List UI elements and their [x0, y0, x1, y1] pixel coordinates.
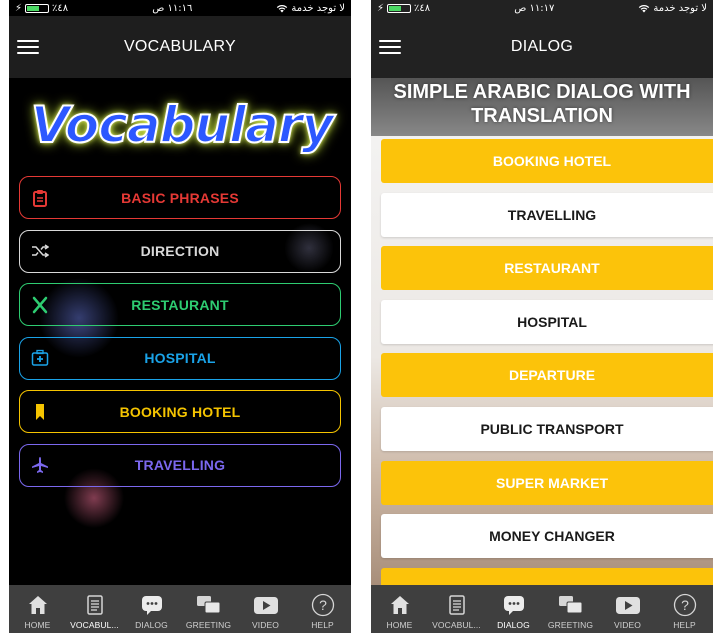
battery-icon: [387, 3, 412, 13]
vocabulary-category-button[interactable]: TRAVELLING: [19, 443, 341, 487]
page-title: DIALOG: [510, 38, 574, 55]
top-navbar: VOCABULARY: [9, 16, 351, 78]
charging-icon: ⚡: [377, 2, 385, 14]
dialog-topic-button[interactable]: MONEY CHANGER: [381, 514, 713, 559]
tab-greeting[interactable]: GREETING: [180, 585, 237, 633]
battery-indicator: ⚡ ٪٤٨: [377, 3, 430, 14]
battery-percent: ٪٤٨: [52, 2, 69, 14]
medical-kit-icon: [30, 348, 50, 368]
vocabulary-category-label: RESTAURANT: [131, 296, 229, 313]
vocabulary-category-label: TRAVELLING: [134, 457, 226, 473]
chat-icon: [501, 592, 527, 618]
help-icon: ?: [672, 592, 698, 618]
shuffle-icon: [30, 241, 50, 261]
battery-indicator: ⚡ ٪٤٨: [15, 3, 68, 14]
status-bar: ⚡ ٪٤٨ ١١:١٦ ص لا توجد خدمة: [9, 0, 351, 16]
vocabulary-screen: ⚡ ٪٤٨ ١١:١٦ ص لا توجد خدمة VOCABULARY Vo…: [9, 0, 351, 633]
carrier-label: لا توجد خدمة: [291, 2, 345, 14]
dialog-topic-button[interactable]: PUBLIC TRANSPORT: [381, 406, 713, 451]
dialog-heading: SIMPLE ARABIC DIALOG WITH TRANSLATION: [393, 81, 691, 127]
menu-icon[interactable]: [379, 40, 401, 54]
tab-label: HELP: [311, 620, 334, 630]
dialog-topic-button[interactable]: HOSPITAL: [381, 299, 713, 344]
tab-label: GREETING: [547, 620, 594, 630]
airplane-icon: [30, 455, 50, 475]
vocabulary-content: Vocabulary BASIC PHRASES DIRECTION RESTAUR…: [9, 78, 351, 585]
wifi-icon: [639, 4, 650, 12]
vocabulary-category-button[interactable]: BOOKING HOTEL: [19, 390, 341, 433]
tab-label: DIALOG: [135, 620, 168, 630]
video-icon: [615, 592, 641, 618]
tab-video[interactable]: VIDEO: [237, 585, 294, 633]
tab-help[interactable]: ? HELP: [656, 585, 713, 633]
tab-dialog[interactable]: DIALOG: [123, 585, 180, 633]
vocabulary-category-label: BASIC PHRASES: [121, 189, 239, 206]
tab-label: HOME: [386, 620, 413, 630]
list-icon: [82, 592, 108, 618]
vocabulary-category-button[interactable]: HOSPITAL: [19, 336, 341, 380]
vocabulary-category-label: DIRECTION: [140, 243, 220, 259]
list-icon: [444, 592, 470, 618]
svg-text:?: ?: [319, 597, 327, 613]
greeting-icon: [558, 592, 584, 618]
svg-text:?: ?: [681, 597, 689, 613]
vocabulary-category-button[interactable]: BASIC PHRASES: [19, 176, 341, 219]
bottom-tab-bar: HOME VOCABUL... DIALOG GREETING VIDEO? HELP: [9, 585, 351, 633]
dialog-topic-button[interactable]: BOOKING HOTEL: [381, 139, 713, 183]
vocabulary-category-label: HOSPITAL: [144, 350, 216, 366]
tab-label: VOCABUL...: [432, 620, 481, 630]
tab-label: VIDEO: [252, 620, 279, 630]
dialog-topic-button[interactable]: SUPER MARKET: [381, 460, 713, 505]
battery-percent: ٪٤٨: [414, 2, 431, 14]
tab-home[interactable]: HOME: [9, 585, 66, 633]
clipboard-icon: [30, 188, 50, 208]
tab-label: HOME: [24, 620, 51, 630]
dialog-topic-button[interactable]: RESTAURANT: [381, 246, 713, 291]
tab-help[interactable]: ? HELP: [294, 585, 351, 633]
carrier-label: لا توجد خدمة: [653, 2, 707, 14]
wifi-icon: [277, 4, 288, 12]
tab-label: HELP: [673, 620, 696, 630]
carrier-info: لا توجد خدمة: [638, 3, 707, 14]
tab-home[interactable]: HOME: [371, 585, 428, 633]
status-time: ١١:١٧ ص: [514, 2, 555, 14]
video-icon: [253, 592, 279, 618]
vocabulary-category-label: BOOKING HOTEL: [119, 403, 241, 420]
vocabulary-logo: Vocabulary: [30, 95, 335, 155]
utensils-icon: [30, 295, 50, 315]
page-title: VOCABULARY: [123, 38, 237, 55]
status-time: ١١:١٦ ص: [152, 2, 193, 14]
tab-dialog[interactable]: DIALOG: [485, 585, 542, 633]
tab-vocabul[interactable]: VOCABUL...: [428, 585, 485, 633]
carrier-info: لا توجد خدمة: [276, 3, 345, 14]
home-icon: [387, 592, 413, 618]
tab-label: VIDEO: [614, 620, 641, 630]
battery-icon: [25, 3, 50, 13]
tab-label: VOCABUL...: [70, 620, 119, 630]
dialog-content: SIMPLE ARABIC DIALOG WITH TRANSLATION BO…: [371, 78, 713, 612]
help-icon: ?: [310, 592, 336, 618]
vocabulary-category-button[interactable]: RESTAURANT: [19, 283, 341, 326]
home-icon: [25, 592, 51, 618]
charging-icon: ⚡: [15, 2, 23, 14]
vocabulary-category-button[interactable]: DIRECTION: [19, 229, 341, 273]
tab-video[interactable]: VIDEO: [599, 585, 656, 633]
dialog-screen: ⚡ ٪٤٨ ١١:١٧ ص لا توجد خدمة DIALOG SIMPLE…: [371, 0, 713, 633]
tab-greeting[interactable]: GREETING: [542, 585, 599, 633]
status-bar: ⚡ ٪٤٨ ١١:١٧ ص لا توجد خدمة: [371, 0, 713, 16]
tab-label: GREETING: [185, 620, 232, 630]
bottom-tab-bar: HOME VOCABUL... DIALOG GREETING VIDEO? HELP: [371, 585, 713, 633]
tab-label: DIALOG: [497, 620, 530, 630]
chat-icon: [139, 592, 165, 618]
vocabulary-category-list: BASIC PHRASES DIRECTION RESTAURANT HOSPITAL…: [19, 176, 341, 497]
dialog-topic-button[interactable]: TRAVELLING: [381, 192, 713, 237]
dialog-topic-button[interactable]: DEPARTURE: [381, 353, 713, 398]
dialog-topic-list: BOOKING HOTEL TRAVELLING RESTAURANT HOSPITA…: [381, 139, 713, 621]
top-navbar: DIALOG: [371, 16, 713, 78]
bookmark-icon: [30, 402, 50, 422]
greeting-icon: [196, 592, 222, 618]
tab-vocabul[interactable]: VOCABUL...: [66, 585, 123, 633]
menu-icon[interactable]: [17, 40, 39, 54]
